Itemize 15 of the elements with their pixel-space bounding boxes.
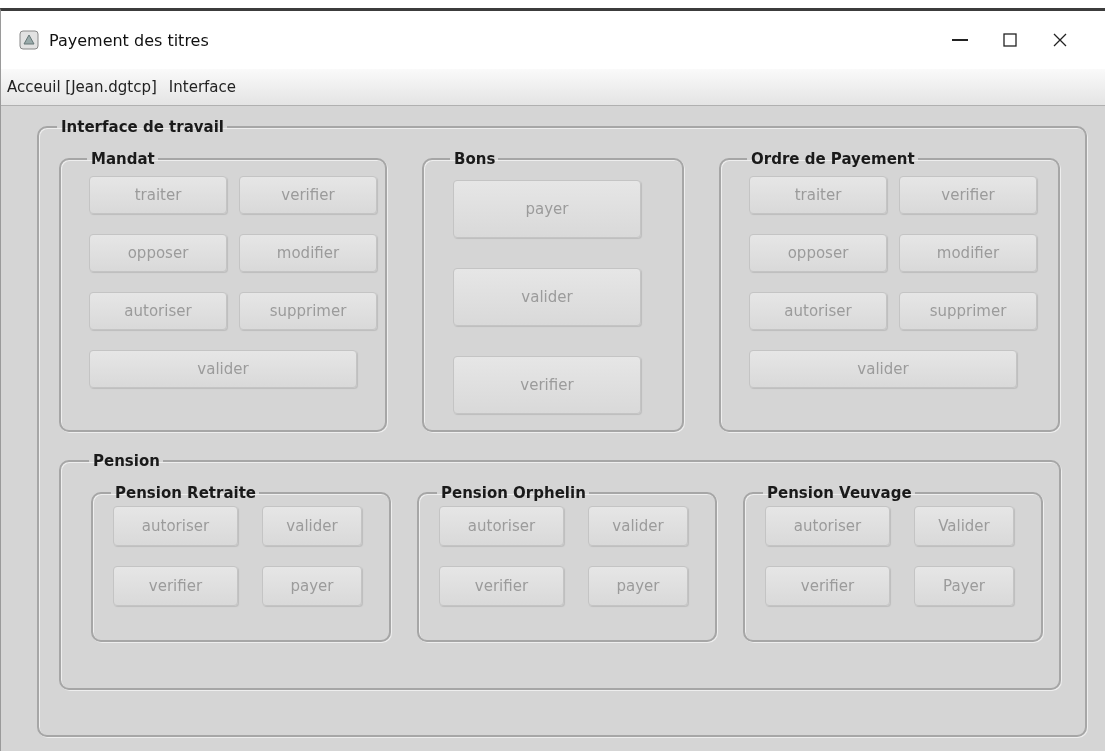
group-title: Pension xyxy=(92,452,161,470)
maximize-icon xyxy=(1003,33,1017,47)
group-title: Interface de travail xyxy=(60,118,225,136)
group-title: Ordre de Payement xyxy=(750,150,916,168)
close-icon xyxy=(1052,32,1068,48)
group-title: Pension Retraite xyxy=(114,484,258,502)
group-title: Pension Orphelin xyxy=(440,484,587,502)
group-title: Mandat xyxy=(90,150,156,168)
menu-item[interactable]: Acceuil [Jean.dgtcp] xyxy=(7,78,157,96)
group-title: Pension Veuvage xyxy=(766,484,913,502)
menu-item[interactable]: Interface xyxy=(168,78,236,96)
minimize-icon xyxy=(952,38,968,42)
app-icon xyxy=(19,30,39,50)
group-title: Bons xyxy=(453,150,497,168)
window-title: Payement des titres xyxy=(49,30,210,50)
